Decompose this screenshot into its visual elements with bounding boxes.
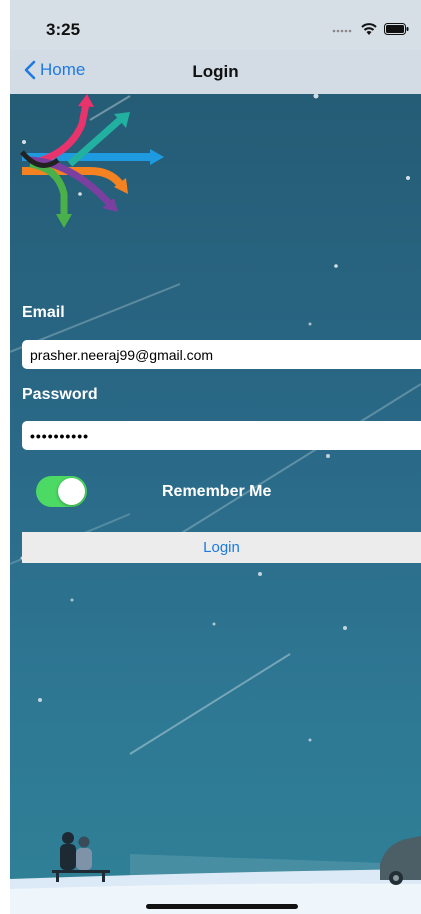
toggle-knob xyxy=(58,478,85,505)
app-logo-arrows xyxy=(20,94,164,228)
nav-title: Login xyxy=(192,62,239,81)
email-field[interactable]: prasher.neeraj99@gmail.com xyxy=(22,340,421,369)
email-label: Email xyxy=(22,304,65,321)
login-screen: 3:25 Home Login Email prasher.neeraj99@g… xyxy=(0,0,421,914)
login-button[interactable]: Login xyxy=(22,532,421,563)
status-time: 3:25 xyxy=(46,20,81,39)
remember-me-label: Remember Me xyxy=(162,483,272,500)
wifi-icon xyxy=(361,23,377,35)
password-label: Password xyxy=(22,386,98,403)
battery-icon xyxy=(384,23,409,35)
background-scene: Email prasher.neeraj99@gmail.com Passwor… xyxy=(10,94,421,914)
password-field[interactable]: •••••••••• xyxy=(22,421,421,450)
navigation-bar: Home Login xyxy=(10,50,421,94)
status-icons xyxy=(332,22,409,36)
home-indicator[interactable] xyxy=(146,904,298,909)
status-bar: 3:25 xyxy=(10,0,421,50)
cellular-signal-icon xyxy=(332,29,352,33)
remember-me-toggle[interactable] xyxy=(36,476,87,507)
